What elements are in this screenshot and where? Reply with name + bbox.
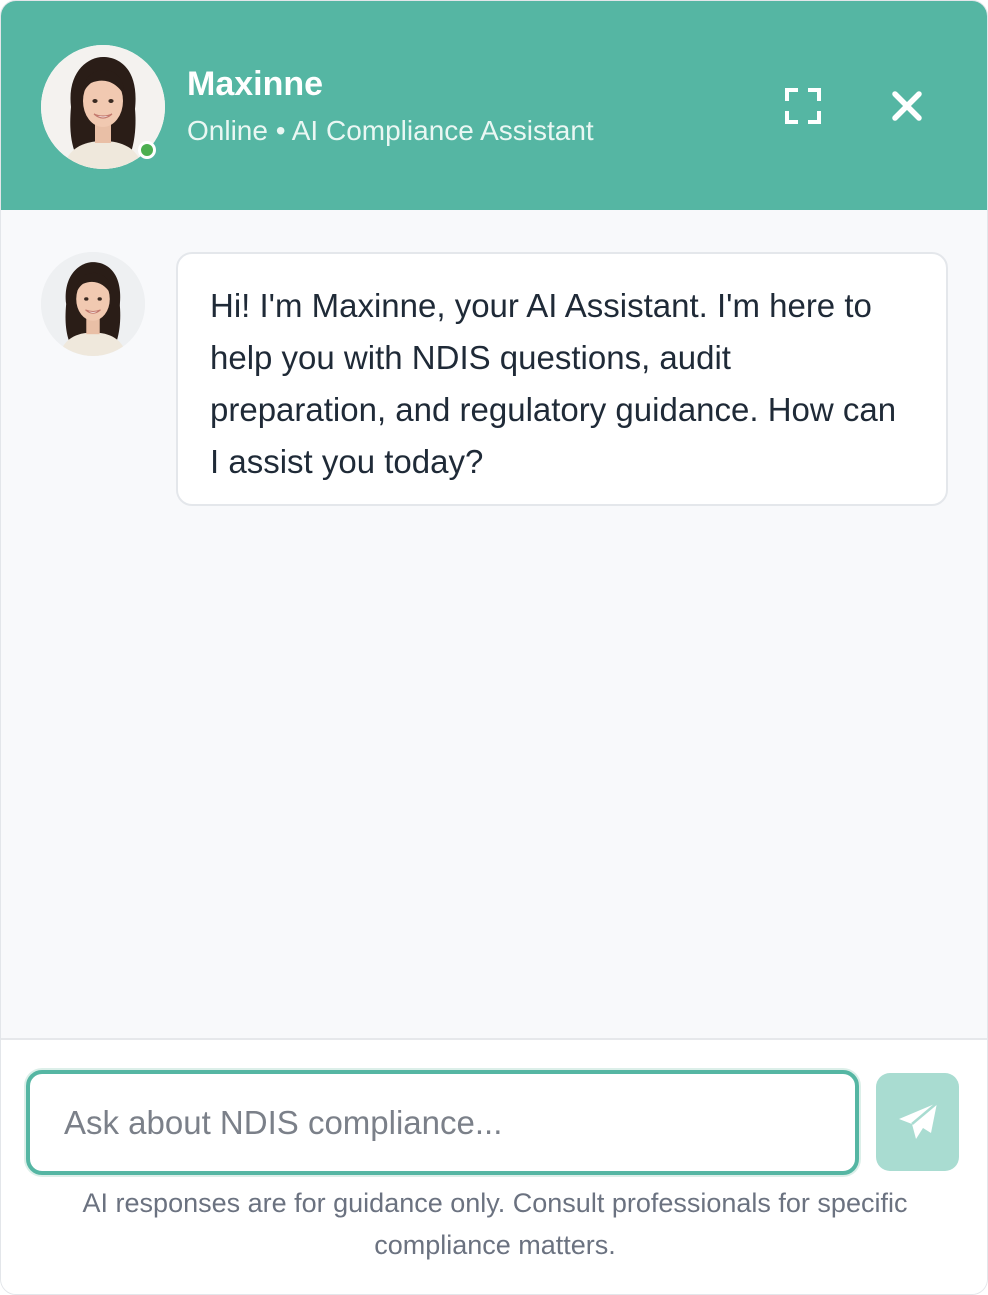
chat-widget: Maxinne Online • AI Compliance Assistant (0, 0, 988, 1295)
assistant-status: Online • AI Compliance Assistant (187, 115, 594, 146)
message-avatar (41, 252, 145, 356)
assistant-name: Maxinne (187, 65, 324, 103)
expand-button[interactable] (775, 78, 831, 134)
send-button[interactable] (876, 1073, 959, 1171)
assistant-message-bubble: Hi! I'm Maxinne, your AI Assistant. I'm … (176, 252, 948, 506)
message-list[interactable]: Hi! I'm Maxinne, your AI Assistant. I'm … (1, 210, 987, 1038)
chat-header: Maxinne Online • AI Compliance Assistant (1, 1, 987, 210)
close-icon (892, 91, 922, 121)
disclaimer-text: AI responses are for guidance only. Cons… (82, 1188, 908, 1260)
female-assistant-avatar-icon (41, 252, 145, 356)
chat-composer: AI responses are for guidance only. Cons… (1, 1038, 987, 1294)
paper-plane-icon (898, 1102, 938, 1139)
online-status-dot (138, 141, 156, 159)
message-input-wrapper (26, 1070, 859, 1175)
close-button[interactable] (879, 78, 935, 134)
expand-icon (785, 88, 821, 124)
message-input[interactable] (30, 1074, 855, 1171)
